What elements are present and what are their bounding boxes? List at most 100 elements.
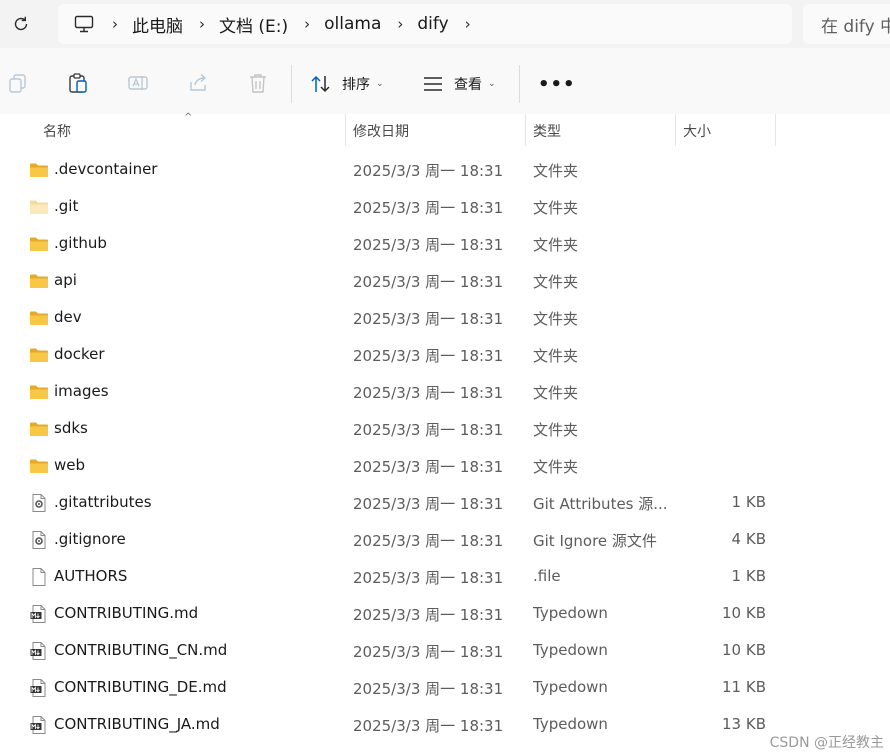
file-name: api: [54, 271, 77, 289]
file-name: AUTHORS: [54, 567, 128, 585]
chevron-right-icon[interactable]: ›: [465, 15, 471, 33]
file-date-modified: 2025/3/3 周一 18:31: [353, 458, 504, 476]
config-file-icon: [29, 530, 49, 550]
file-type: 文件夹: [533, 199, 579, 217]
paste-icon[interactable]: [67, 72, 89, 94]
more-options-icon[interactable]: •••: [538, 74, 576, 95]
file-name: .git: [54, 197, 79, 215]
file-name: docker: [54, 345, 105, 363]
file-type: Typedown: [533, 678, 608, 696]
file-icon: [29, 567, 49, 587]
folder-icon: [29, 456, 49, 476]
address-bar-area: › 此电脑 › 文档 (E:) › ollama › dify › 在 dify…: [0, 0, 890, 48]
file-type: Git Ignore 源文件: [533, 532, 657, 550]
markdown-file-icon: [29, 715, 49, 735]
column-divider[interactable]: [675, 114, 676, 146]
breadcrumb-ollama[interactable]: ollama: [324, 14, 381, 34]
file-row[interactable]: dev 2025/3/3 周一 18:31 文件夹: [0, 299, 890, 336]
file-size: 1 KB: [731, 493, 766, 511]
file-date-modified: 2025/3/3 周一 18:31: [353, 532, 504, 550]
chevron-right-icon[interactable]: ›: [397, 15, 403, 33]
file-size: 10 KB: [722, 641, 766, 659]
folder-icon: [29, 382, 49, 402]
file-date-modified: 2025/3/3 周一 18:31: [353, 236, 504, 254]
file-row[interactable]: .github 2025/3/3 周一 18:31 文件夹: [0, 225, 890, 262]
file-type: Typedown: [533, 641, 608, 659]
file-row[interactable]: CONTRIBUTING_JA.md 2025/3/3 周一 18:31 Typed…: [0, 706, 890, 743]
folder-icon: [29, 419, 49, 439]
file-size: 13 KB: [722, 715, 766, 733]
file-date-modified: 2025/3/3 周一 18:31: [353, 421, 504, 439]
file-row[interactable]: api 2025/3/3 周一 18:31 文件夹: [0, 262, 890, 299]
toolbar-divider: [291, 65, 292, 103]
markdown-file-icon: [29, 604, 49, 624]
folder-icon: [29, 160, 49, 180]
file-type: 文件夹: [533, 162, 579, 180]
file-row[interactable]: sdks 2025/3/3 周一 18:31 文件夹: [0, 410, 890, 447]
rename-icon[interactable]: [127, 72, 149, 94]
chevron-right-icon[interactable]: ›: [199, 15, 205, 33]
file-date-modified: 2025/3/3 周一 18:31: [353, 569, 504, 587]
address-bar[interactable]: › 此电脑 › 文档 (E:) › ollama › dify ›: [58, 4, 792, 44]
folder-icon: [29, 271, 49, 291]
file-row[interactable]: docker 2025/3/3 周一 18:31 文件夹: [0, 336, 890, 373]
file-row[interactable]: images 2025/3/3 周一 18:31 文件夹: [0, 373, 890, 410]
file-name: .gitattributes: [54, 493, 152, 511]
copy-icon[interactable]: [7, 72, 29, 94]
column-divider[interactable]: [345, 114, 346, 146]
file-date-modified: 2025/3/3 周一 18:31: [353, 384, 504, 402]
file-row[interactable]: CONTRIBUTING.md 2025/3/3 周一 18:31 Typedown…: [0, 595, 890, 632]
file-row[interactable]: CONTRIBUTING_CN.md 2025/3/3 周一 18:31 Typed…: [0, 632, 890, 669]
search-input[interactable]: 在 dify 中: [803, 4, 890, 44]
file-name: dev: [54, 308, 82, 326]
view-button[interactable]: 查看 ⌄: [422, 72, 496, 96]
file-size: 4 KB: [731, 530, 766, 548]
file-date-modified: 2025/3/3 周一 18:31: [353, 273, 504, 291]
file-row[interactable]: .git 2025/3/3 周一 18:31 文件夹: [0, 188, 890, 225]
breadcrumb-drive-e[interactable]: 文档 (E:): [219, 12, 288, 37]
file-row[interactable]: AUTHORS 2025/3/3 周一 18:31 .file 1 KB: [0, 558, 890, 595]
chevron-right-icon[interactable]: ›: [304, 15, 310, 33]
folder-icon: [29, 234, 49, 254]
file-size: 11 KB: [722, 678, 766, 696]
file-type: 文件夹: [533, 384, 579, 402]
sort-button[interactable]: 排序 ⌄: [310, 72, 384, 96]
file-row[interactable]: .gitignore 2025/3/3 周一 18:31 Git Ignore 源文…: [0, 521, 890, 558]
this-pc-icon[interactable]: [74, 13, 96, 35]
file-date-modified: 2025/3/3 周一 18:31: [353, 495, 504, 513]
file-name: .github: [54, 234, 107, 252]
file-type: 文件夹: [533, 310, 579, 328]
file-name: .gitignore: [54, 530, 126, 548]
column-size[interactable]: 大小: [683, 121, 711, 141]
file-type: Typedown: [533, 715, 608, 733]
file-type: Git Attributes 源...: [533, 495, 668, 513]
column-date[interactable]: 修改日期: [353, 121, 409, 141]
file-row[interactable]: CONTRIBUTING_DE.md 2025/3/3 周一 18:31 Typed…: [0, 669, 890, 706]
column-type[interactable]: 类型: [533, 121, 561, 141]
file-type: 文件夹: [533, 347, 579, 365]
folder-icon: [29, 345, 49, 365]
file-date-modified: 2025/3/3 周一 18:31: [353, 717, 504, 735]
file-name: CONTRIBUTING_DE.md: [54, 678, 227, 696]
file-name: CONTRIBUTING.md: [54, 604, 199, 622]
delete-icon[interactable]: [247, 72, 269, 94]
breadcrumb-this-pc[interactable]: 此电脑: [132, 12, 183, 37]
file-type: 文件夹: [533, 421, 579, 439]
column-divider[interactable]: [525, 114, 526, 146]
column-divider[interactable]: [775, 114, 776, 146]
config-file-icon: [29, 493, 49, 513]
sort-ascending-icon: ^: [184, 112, 193, 123]
file-date-modified: 2025/3/3 周一 18:31: [353, 606, 504, 624]
breadcrumb-dify[interactable]: dify: [417, 14, 448, 34]
refresh-button[interactable]: [8, 10, 34, 38]
file-date-modified: 2025/3/3 周一 18:31: [353, 680, 504, 698]
file-row[interactable]: .devcontainer 2025/3/3 周一 18:31 文件夹: [0, 151, 890, 188]
markdown-file-icon: [29, 641, 49, 661]
sort-icon: [311, 75, 330, 93]
share-icon[interactable]: [187, 72, 209, 94]
column-name[interactable]: 名称: [43, 121, 71, 141]
chevron-right-icon[interactable]: ›: [112, 15, 118, 33]
file-row[interactable]: web 2025/3/3 周一 18:31 文件夹: [0, 447, 890, 484]
file-row[interactable]: .gitattributes 2025/3/3 周一 18:31 Git Attri…: [0, 484, 890, 521]
file-type: 文件夹: [533, 273, 579, 291]
